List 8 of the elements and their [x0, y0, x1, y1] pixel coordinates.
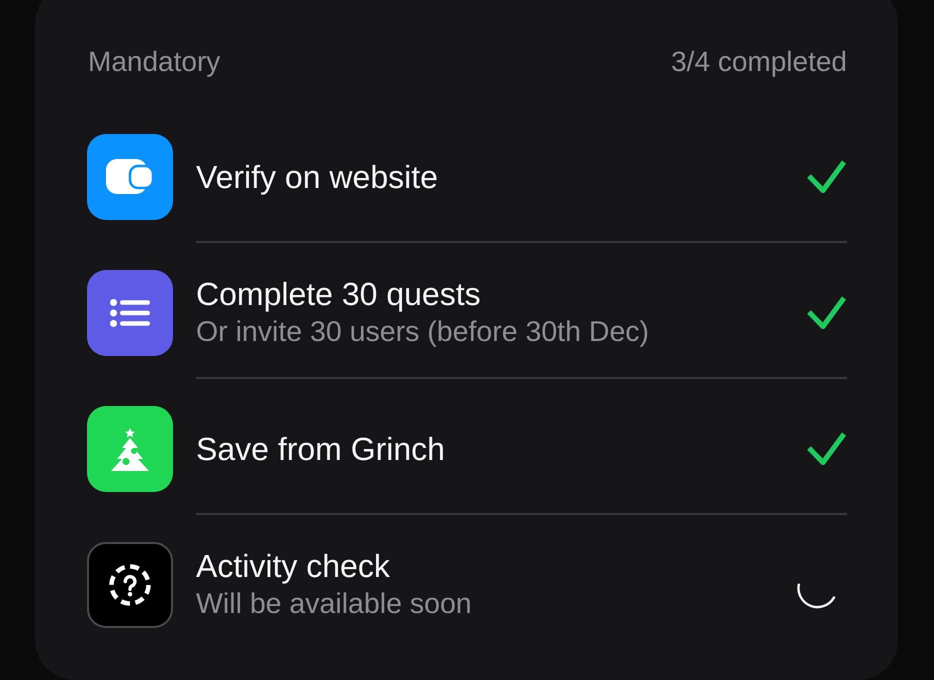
task-title: Save from Grinch: [196, 430, 445, 468]
task-subtitle: Or invite 30 users (before 30th Dec): [196, 315, 650, 350]
task-title: Complete 30 quests: [196, 275, 482, 313]
section-title: Mandatory: [88, 46, 220, 78]
task-subtitle: Will be available soon: [196, 587, 472, 622]
progress-count: 3/4 completed: [671, 46, 847, 78]
task-title: Verify on website: [196, 158, 438, 196]
task-title: Activity check: [196, 547, 391, 585]
